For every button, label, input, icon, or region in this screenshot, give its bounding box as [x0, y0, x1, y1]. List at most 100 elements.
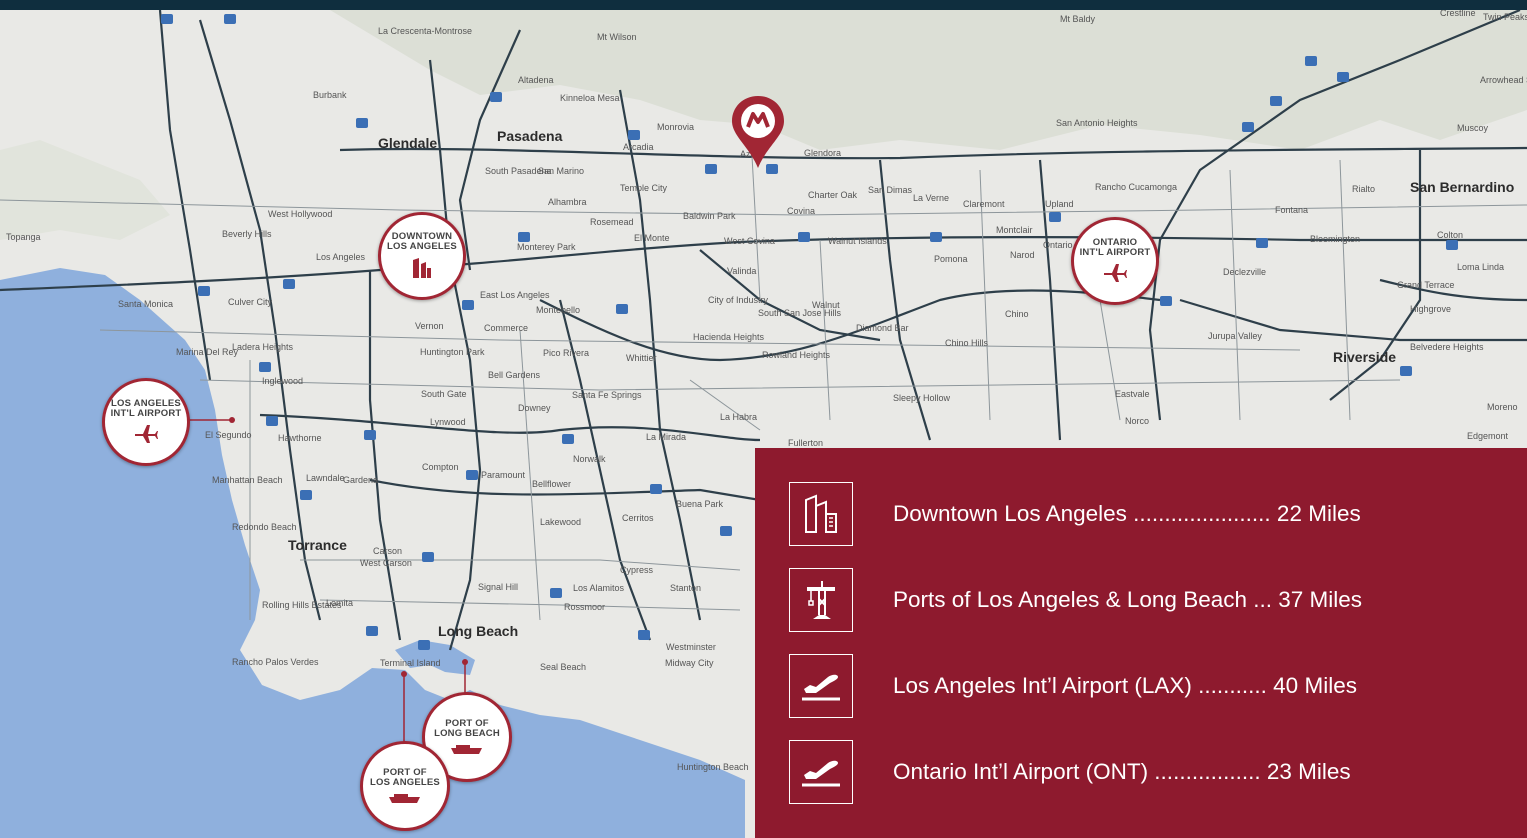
interstate-shield-icon [550, 588, 562, 598]
interstate-shield-icon [462, 300, 474, 310]
city-label: Huntington Park [420, 347, 485, 357]
ship-icon [389, 794, 420, 803]
city-label: Pomona [934, 254, 968, 264]
city-label: Hacienda Heights [693, 332, 765, 342]
distance-row-downtown: Downtown Los Angeles ...................… [789, 480, 1509, 548]
city-label: Declezville [1223, 267, 1266, 277]
city-label: Bell Gardens [488, 370, 541, 380]
city-label: Charter Oak [808, 190, 858, 200]
interstate-shield-icon [1305, 56, 1317, 66]
city-label: Beverly Hills [222, 229, 272, 239]
city-label: Narod [1010, 250, 1035, 260]
callout-label: PORT OF LOS ANGELES [370, 767, 440, 788]
city-label: Rancho Palos Verdes [232, 657, 319, 667]
city-label: El Monte [634, 233, 670, 243]
city-label: Los Angeles [316, 252, 366, 262]
city-label: La Habra [720, 412, 757, 422]
port-la-dot [401, 671, 407, 677]
interstate-shield-icon [283, 279, 295, 289]
ship-icon [451, 745, 482, 754]
city-label: Topanga [6, 232, 41, 242]
callout-ontario[interactable]: ONTARIO INT'L AIRPORT [1071, 217, 1159, 305]
city-label: Pasadena [497, 128, 563, 144]
city-label: Gardena [343, 475, 378, 485]
city-label: San Dimas [868, 185, 913, 195]
interstate-shield-icon [705, 164, 717, 174]
city-label: Lawndale [306, 473, 345, 483]
city-label: Twin Peaks [1483, 12, 1527, 22]
interstate-shield-icon [628, 130, 640, 140]
city-label: Ladera Heights [232, 342, 294, 352]
callout-port-los-angeles[interactable]: PORT OF LOS ANGELES [360, 741, 450, 831]
callout-label: LOS ANGELES INT'L AIRPORT [110, 398, 182, 419]
city-label: Marina Del Rey [176, 347, 239, 357]
city-label: Valinda [727, 266, 756, 276]
distance-label: Ontario Int’l Airport (ONT) ............… [893, 759, 1351, 784]
city-label: Inglewood [262, 376, 303, 386]
city-label: Torrance [288, 537, 347, 553]
interstate-shield-icon [720, 526, 732, 536]
crane-icon [789, 568, 853, 632]
interstate-shield-icon [224, 14, 236, 24]
city-label: San Marino [538, 166, 584, 176]
interstate-shield-icon [490, 92, 502, 102]
city-label: Hawthorne [278, 433, 322, 443]
city-label: Kinneloa Mesa [560, 93, 620, 103]
city-label: Pico Rivera [543, 348, 589, 358]
interstate-shield-icon [1242, 122, 1254, 132]
buildings-icon [789, 482, 853, 546]
city-label: Fullerton [788, 438, 823, 448]
la-logo-pin-icon[interactable] [729, 94, 787, 175]
city-label: San Antonio Heights [1056, 118, 1138, 128]
interstate-shield-icon [798, 232, 810, 242]
interstate-shield-icon [161, 14, 173, 24]
city-label: Rowland Heights [762, 350, 831, 360]
city-label: Ontario [1043, 240, 1073, 250]
city-label: Rossmoor [564, 602, 605, 612]
city-label: Edgemont [1467, 431, 1509, 441]
city-label: Signal Hill [478, 582, 518, 592]
interstate-shield-icon [466, 470, 478, 480]
city-label: Vernon [415, 321, 444, 331]
city-label: Long Beach [438, 623, 518, 639]
city-label: Altadena [518, 75, 554, 85]
interstate-shield-icon [198, 286, 210, 296]
port-lb-dot [462, 659, 468, 665]
city-label: Huntington Beach [677, 762, 749, 772]
interstate-shield-icon [562, 434, 574, 444]
interstate-shield-icon [266, 416, 278, 426]
callout-downtown[interactable]: DOWNTOWN LOS ANGELES [378, 212, 466, 300]
city-label: Culver City [228, 297, 273, 307]
city-label: Mt Wilson [597, 32, 637, 42]
city-label: West Hollywood [268, 209, 332, 219]
city-label: Upland [1045, 199, 1074, 209]
distance-label: Ports of Los Angeles & Long Beach ... 37… [893, 587, 1363, 612]
city-label: Glendora [804, 148, 841, 158]
city-label: Compton [422, 462, 459, 472]
callout-lax[interactable]: LOS ANGELES INT'L AIRPORT [102, 378, 190, 466]
city-label: Santa Fe Springs [572, 390, 642, 400]
interstate-shield-icon [422, 552, 434, 562]
city-label: El Segundo [205, 430, 252, 440]
city-label: Highgrove [1410, 304, 1451, 314]
interstate-shield-icon [1400, 366, 1412, 376]
city-label: Westminster [666, 642, 716, 652]
city-label: Buena Park [676, 499, 724, 509]
city-label: Norco [1125, 416, 1149, 426]
interstate-shield-icon [1446, 240, 1458, 250]
airplane-icon [789, 740, 853, 804]
city-label: Paramount [481, 470, 526, 480]
city-label: Bloomington [1310, 234, 1360, 244]
interstate-shield-icon [418, 640, 430, 650]
callout-label: ONTARIO INT'L AIRPORT [1079, 237, 1151, 258]
airplane-icon [135, 425, 158, 443]
city-label: La Crescenta-Montrose [378, 26, 472, 36]
distance-row-lax: Los Angeles Int’l Airport (LAX) ........… [789, 652, 1509, 720]
city-label: Rolling Hills Estates [262, 600, 342, 610]
callout-label: PORT OF LONG BEACH [434, 718, 500, 739]
city-label: Temple City [620, 183, 668, 193]
interstate-shield-icon [1049, 212, 1061, 222]
city-label: Baldwin Park [683, 211, 736, 221]
interstate-shield-icon [1270, 96, 1282, 106]
distance-panel: Downtown Los Angeles ...................… [755, 448, 1527, 838]
